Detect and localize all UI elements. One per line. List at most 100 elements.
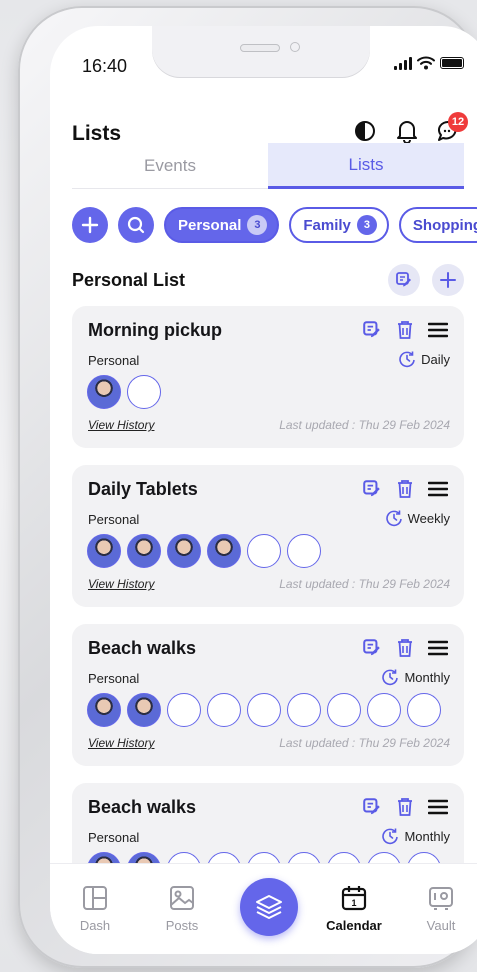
recurrence-icon — [399, 351, 415, 368]
chip-label: Personal — [178, 216, 242, 234]
nav-item-posts[interactable]: Posts — [147, 884, 217, 933]
edit-icon[interactable] — [362, 638, 382, 663]
card-category: Personal — [88, 830, 140, 845]
edit-list-button[interactable] — [388, 264, 420, 296]
frequency-label: Weekly — [407, 510, 450, 526]
empty-avatar-slot[interactable] — [167, 693, 201, 727]
menu-icon[interactable] — [427, 322, 449, 343]
chip-count: 3 — [356, 215, 377, 235]
card-frequency: Daily — [398, 350, 450, 368]
empty-avatar-slot[interactable] — [327, 693, 361, 727]
chip-label: Family — [303, 216, 351, 234]
signal-icon — [394, 56, 412, 70]
card-category: Personal — [88, 671, 140, 686]
card-title: Beach walks — [88, 638, 197, 658]
filter-chip-family[interactable]: Family 3 — [289, 207, 389, 243]
view-history-link[interactable]: View History — [88, 577, 154, 591]
edit-icon[interactable] — [362, 797, 382, 822]
avatar[interactable] — [87, 693, 121, 727]
recurrence-icon — [382, 828, 399, 845]
last-updated: Last updated : Thu 29 Feb 2024 — [279, 577, 450, 591]
empty-avatar-slot[interactable] — [287, 693, 321, 727]
card-actions — [362, 479, 449, 504]
nav-label: Vault — [426, 918, 456, 933]
card-frequency: Monthly — [381, 668, 450, 686]
last-updated: Last updated : Thu 29 Feb 2024 — [279, 736, 450, 750]
chip-label: Shopping — [412, 216, 477, 234]
nav-label: Posts — [165, 918, 199, 933]
edit-icon[interactable] — [362, 320, 382, 345]
avatar[interactable] — [207, 534, 241, 568]
battery-icon — [440, 57, 464, 69]
status-icons — [394, 56, 464, 70]
tab-bar: Events Lists — [72, 143, 464, 189]
frequency-label: Monthly — [404, 669, 450, 685]
trash-icon[interactable] — [396, 479, 414, 504]
frequency-label: Daily — [421, 351, 450, 367]
search-button[interactable] — [118, 207, 154, 243]
card-frequency: Monthly — [381, 827, 450, 845]
chip-count: 3 — [247, 215, 268, 235]
speaker — [240, 44, 280, 52]
card-frequency: Weekly — [385, 509, 450, 527]
avatar[interactable] — [87, 534, 121, 568]
bell-icon[interactable] — [394, 118, 420, 144]
nav-item-vault[interactable]: Vault — [406, 884, 476, 933]
empty-avatar-slot[interactable] — [407, 693, 441, 727]
section-actions — [388, 264, 464, 296]
trash-icon[interactable] — [396, 797, 414, 822]
vault-icon — [429, 887, 453, 910]
empty-avatar-slot[interactable] — [247, 534, 281, 568]
nav-item-calendar[interactable]: 1 Calendar — [319, 884, 389, 933]
card-actions — [362, 638, 449, 663]
card-actions — [362, 320, 449, 345]
nav-item-dash[interactable]: Dash — [60, 884, 130, 933]
recurrence-icon — [385, 510, 402, 527]
add-list-button[interactable] — [432, 264, 464, 296]
avatar-row — [87, 534, 321, 568]
plus-icon — [81, 216, 99, 234]
layers-fab-button[interactable] — [240, 878, 298, 936]
status-time: 16:40 — [82, 56, 128, 76]
avatar-row — [87, 375, 161, 409]
app-screen: 16:40 Lists 12 Events Lists Personal 3 F… — [50, 26, 477, 954]
add-filter-button[interactable] — [72, 207, 108, 243]
list-card[interactable]: Morning pickup Personal Daily View Histo… — [72, 306, 464, 448]
avatar[interactable] — [127, 534, 161, 568]
theme-toggle-icon[interactable] — [352, 118, 378, 144]
avatar[interactable] — [167, 534, 201, 568]
empty-avatar-slot[interactable] — [367, 693, 401, 727]
recurrence-icon — [382, 669, 399, 686]
tab-events[interactable]: Events — [72, 143, 268, 189]
empty-avatar-slot[interactable] — [247, 693, 281, 727]
empty-avatar-slot[interactable] — [287, 534, 321, 568]
tab-lists[interactable]: Lists — [268, 143, 464, 189]
empty-avatar-slot[interactable] — [127, 375, 161, 409]
empty-avatar-slot[interactable] — [207, 693, 241, 727]
avatar-row — [87, 693, 441, 727]
plus-icon — [440, 272, 456, 288]
list-card[interactable]: Daily Tablets Personal Weekly View Histo… — [72, 465, 464, 607]
phone-frame: 16:40 Lists 12 Events Lists Personal 3 F… — [18, 6, 477, 968]
filter-chip-personal[interactable]: Personal 3 — [164, 207, 280, 243]
filter-chip-shopping[interactable]: Shopping — [398, 207, 477, 243]
avatar[interactable] — [87, 375, 121, 409]
avatar[interactable] — [127, 693, 161, 727]
menu-icon[interactable] — [427, 640, 449, 661]
list-card[interactable]: Beach walks Personal Monthly — [72, 624, 464, 766]
card-actions — [362, 797, 449, 822]
section-header: Personal List — [72, 262, 464, 298]
bottom-nav: Dash Posts 1 Calendar Vault — [50, 864, 477, 954]
trash-icon[interactable] — [396, 638, 414, 663]
dashboard-icon — [83, 886, 107, 910]
notch — [152, 26, 370, 78]
menu-icon[interactable] — [427, 799, 449, 820]
card-category: Personal — [88, 512, 140, 527]
menu-icon[interactable] — [427, 481, 449, 502]
notification-badge: 12 — [448, 112, 468, 132]
chat-icon[interactable]: 12 — [436, 112, 468, 144]
edit-icon[interactable] — [362, 479, 382, 504]
trash-icon[interactable] — [396, 320, 414, 345]
view-history-link[interactable]: View History — [88, 418, 154, 432]
view-history-link[interactable]: View History — [88, 736, 154, 750]
